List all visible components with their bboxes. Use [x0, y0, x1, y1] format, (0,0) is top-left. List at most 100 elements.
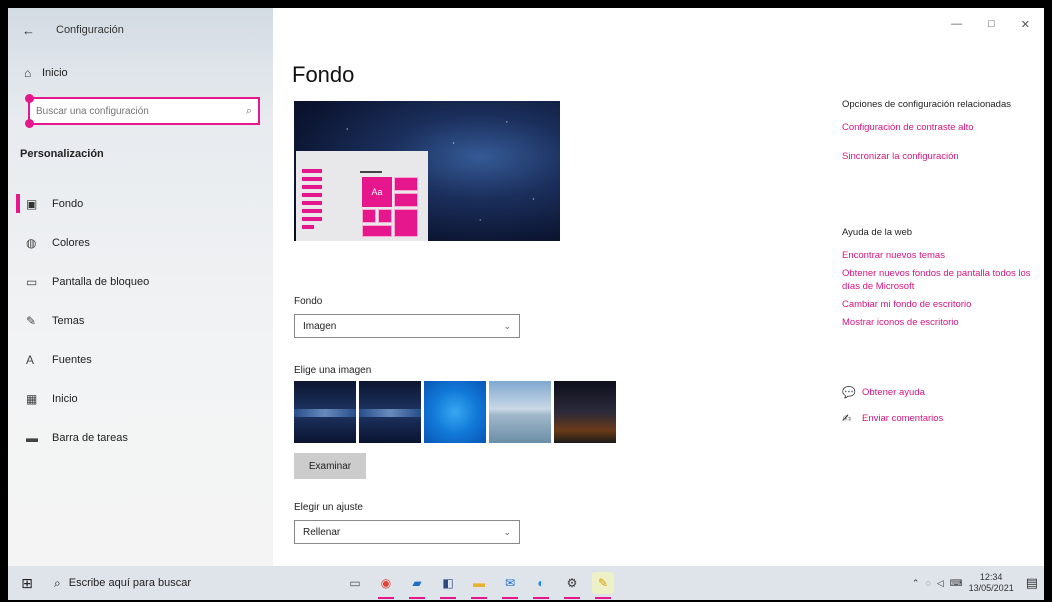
volume-icon[interactable]: ◁ — [937, 578, 944, 589]
sidebar-item-fuentes[interactable]: A Fuentes — [8, 340, 273, 379]
choose-image-label: Elige una imagen — [294, 365, 372, 376]
close-icon[interactable]: ✕ — [1021, 18, 1030, 31]
feedback-link[interactable]: ✍ Enviar comentarios — [842, 412, 943, 425]
background-dropdown[interactable]: Imagen ⌄ — [294, 314, 520, 338]
brush-icon: ✎ — [26, 313, 37, 328]
mock-tile — [362, 225, 392, 237]
selection-handle-bottom — [25, 119, 34, 128]
edge-icon[interactable]: ◐ — [530, 572, 552, 599]
image-thumbnail[interactable] — [554, 381, 616, 443]
feedback-icon: ✍ — [842, 413, 852, 425]
chrome-icon[interactable]: ◉ — [375, 572, 397, 599]
network-icon[interactable]: ◌ — [925, 578, 930, 588]
preview-tile: Aa — [362, 177, 392, 207]
font-icon: A — [26, 352, 35, 367]
start-icon: ▦ — [26, 391, 38, 406]
home-label: Inicio — [42, 67, 68, 79]
mock-bar — [302, 169, 322, 173]
sidebar-item-label: Barra de tareas — [52, 431, 128, 444]
task-view-icon[interactable]: ▭ — [344, 572, 366, 594]
chevron-down-icon: ⌄ — [503, 526, 511, 537]
sidebar-item-label: Inicio — [52, 392, 78, 405]
chat-help-icon: 💬 — [842, 387, 856, 399]
window-title: Configuración — [56, 24, 124, 36]
search-icon: ⌕ — [54, 575, 61, 590]
high-contrast-link[interactable]: Configuración de contraste alto — [842, 121, 1032, 134]
daily-wallpapers-link[interactable]: Obtener nuevos fondos de pantalla todos … — [842, 267, 1032, 293]
paint-icon[interactable]: ✎ — [592, 572, 614, 599]
back-arrow-icon[interactable]: ← — [22, 23, 44, 38]
chevron-up-icon[interactable]: ⌃ — [912, 578, 920, 589]
sidebar-item-barra-de-tareas[interactable]: ▬ Barra de tareas — [8, 418, 273, 457]
fit-dropdown[interactable]: Rellenar ⌄ — [294, 520, 520, 544]
find-themes-link[interactable]: Encontrar nuevos temas — [842, 249, 1032, 262]
file-explorer-icon[interactable]: ▬ — [468, 572, 490, 599]
web-help: Ayuda de la web Encontrar nuevos temas O… — [842, 226, 1032, 329]
mock-bar — [302, 217, 322, 221]
mock-bar — [302, 201, 322, 205]
sidebar-item-inicio[interactable]: ▦ Inicio — [8, 379, 273, 418]
sidebar: ← Configuración ⌂ Inicio ⌕ Personalizaci… — [8, 8, 273, 566]
sidebar-item-pantalla-de-bloqueo[interactable]: ▭ Pantalla de bloqueo — [8, 262, 273, 301]
image-thumbnail[interactable] — [294, 381, 356, 443]
sidebar-item-colores[interactable]: ◍ Colores — [8, 223, 273, 262]
mail-icon[interactable]: ✉ — [499, 572, 521, 599]
image-thumbnail[interactable] — [489, 381, 551, 443]
sidebar-item-label: Pantalla de bloqueo — [52, 275, 150, 288]
mock-bar — [302, 185, 322, 189]
browse-button[interactable]: Examinar — [294, 453, 366, 479]
sidebar-item-label: Temas — [52, 314, 85, 327]
home-link[interactable]: ⌂ Inicio — [24, 66, 68, 80]
mock-header — [360, 171, 382, 173]
taskbar: ⊞ ⌕ Escribe aquí para buscar ▭ ◉ ▰ ◧ ▬ ✉… — [8, 566, 1044, 600]
minimize-icon[interactable]: — — [951, 18, 962, 31]
keyboard-icon[interactable]: ⌨ — [950, 578, 963, 589]
background-dropdown-value: Imagen — [303, 320, 337, 332]
search-box[interactable]: ⌕ — [25, 94, 260, 128]
taskbar-apps: ▭ ◉ ▰ ◧ ▬ ✉ ◐ ⚙ ✎ — [344, 572, 614, 599]
app-icon[interactable]: ◧ — [437, 572, 459, 599]
maximize-icon[interactable]: □ — [988, 18, 995, 31]
desktop-icons-link[interactable]: Mostrar iconos de escritorio — [842, 316, 1032, 329]
get-help-link[interactable]: 💬 Obtener ayuda — [842, 386, 925, 399]
mock-tile — [378, 209, 392, 223]
web-help-heading: Ayuda de la web — [842, 227, 913, 238]
sidebar-item-label: Colores — [52, 236, 90, 249]
taskbar-search-text: Escribe aquí para buscar — [68, 577, 192, 589]
search-icon[interactable]: ⌕ — [246, 105, 252, 118]
mock-tile — [362, 209, 376, 223]
related-heading: Opciones de configuración relacionadas — [842, 99, 1011, 110]
background-preview: Aa — [294, 101, 560, 241]
sidebar-item-temas[interactable]: ✎ Temas — [8, 301, 273, 340]
settings-gear-icon[interactable]: ⚙ — [561, 572, 583, 599]
palette-icon: ◍ — [26, 235, 37, 250]
mock-tile — [394, 193, 418, 207]
image-thumbnail[interactable] — [359, 381, 421, 443]
mock-bar — [302, 209, 322, 213]
notifications-icon[interactable]: ▤ — [1026, 575, 1038, 591]
title-bar: ← Configuración — [8, 8, 273, 52]
section-heading: Personalización — [20, 148, 104, 160]
search-input[interactable] — [36, 105, 246, 117]
fit-dropdown-value: Rellenar — [303, 526, 341, 538]
taskbar-icon: ▬ — [26, 430, 38, 445]
mock-bar — [302, 193, 322, 197]
sidebar-nav: ▣ Fondo ◍ Colores ▭ Pantalla de bloqueo … — [8, 184, 273, 457]
get-help-label: Obtener ayuda — [862, 387, 925, 398]
related-settings: Opciones de configuración relacionadas C… — [842, 98, 1032, 163]
fit-label: Elegir un ajuste — [294, 502, 363, 513]
image-thumbnail[interactable] — [424, 381, 486, 443]
sidebar-item-label: Fondo — [52, 197, 84, 210]
sync-settings-link[interactable]: Sincronizar la configuración — [842, 150, 1032, 163]
clock-date: 13/05/2021 — [968, 583, 1014, 593]
lock-screen-icon: ▭ — [26, 274, 38, 289]
change-background-link[interactable]: Cambiar mi fondo de escritorio — [842, 298, 1032, 311]
taskbar-search[interactable]: ⌕ Escribe aquí para buscar — [42, 566, 292, 600]
windows-start-icon[interactable]: ⊞ — [12, 575, 42, 592]
mock-tile — [394, 209, 418, 237]
sidebar-item-fondo[interactable]: ▣ Fondo — [8, 184, 273, 223]
clock[interactable]: 12:34 13/05/2021 — [969, 572, 1014, 594]
store-icon[interactable]: ▰ — [406, 572, 428, 599]
window-controls: — □ ✕ — [951, 18, 1030, 31]
mock-bar — [302, 177, 322, 181]
